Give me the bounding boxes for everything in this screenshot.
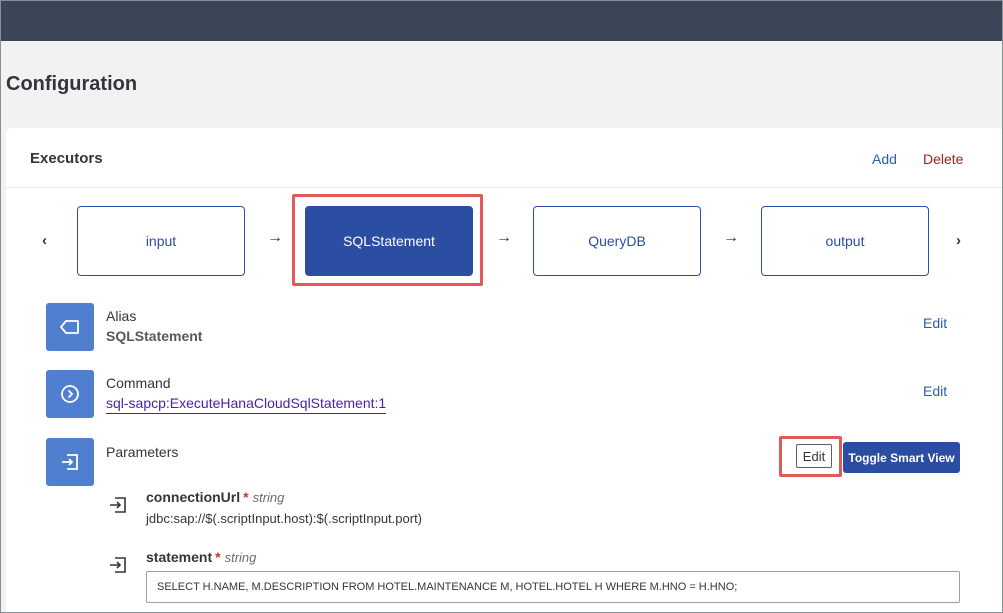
- top-shell-bar: [1, 1, 1002, 41]
- delete-link[interactable]: Delete: [923, 151, 963, 167]
- executors-title: Executors: [30, 150, 103, 167]
- play-circle-icon: [46, 370, 94, 418]
- arrow-right-icon: →: [267, 229, 283, 246]
- toggle-smart-view-button[interactable]: Toggle Smart View: [843, 442, 960, 473]
- required-marker: *: [215, 549, 221, 565]
- step-input[interactable]: input: [77, 206, 245, 276]
- param-type: string: [252, 490, 285, 505]
- step-output[interactable]: output: [761, 206, 929, 276]
- edit-button-label: Edit: [802, 448, 826, 464]
- tag-icon: [46, 303, 94, 351]
- input-icon: [46, 438, 94, 486]
- alias-edit-link[interactable]: Edit: [923, 315, 947, 331]
- statement-input[interactable]: SELECT H.NAME, M.DESCRIPTION FROM HOTEL.…: [146, 571, 960, 603]
- param-type: string: [224, 550, 257, 565]
- step-label: input: [145, 233, 177, 249]
- executors-header: Executors Add Delete: [6, 128, 1002, 188]
- input-icon: [110, 497, 126, 513]
- input-icon: [110, 557, 126, 573]
- param-connectionurl-name: connectionUrl * string: [146, 489, 285, 505]
- alias-label: Alias: [106, 308, 137, 324]
- app-frame: Configuration Executors Add Delete ‹ inp…: [0, 0, 1003, 613]
- toggle-button-label: Toggle Smart View: [848, 450, 955, 465]
- step-label: SQLStatement: [343, 233, 435, 249]
- next-arrow-icon[interactable]: ›: [956, 232, 961, 249]
- alias-value: SQLStatement: [106, 328, 203, 344]
- parameters-label: Parameters: [106, 444, 179, 460]
- parameters-edit-button[interactable]: Edit: [796, 444, 832, 468]
- command-link[interactable]: sql-sapcp:ExecuteHanaCloudSqlStatement:1: [106, 395, 387, 414]
- param-connectionurl-value: jdbc:sap://$(.scriptInput.host):$(.scrip…: [146, 511, 423, 526]
- step-sqlstatement[interactable]: SQLStatement: [305, 206, 473, 276]
- page-title: Configuration: [6, 73, 138, 95]
- step-querydb[interactable]: QueryDB: [533, 206, 701, 276]
- executors-card: Executors Add Delete ‹ input → SQLStatem…: [6, 128, 1002, 612]
- arrow-right-icon: →: [723, 229, 739, 246]
- step-label: QueryDB: [588, 233, 646, 249]
- step-label: output: [825, 233, 865, 249]
- command-edit-link[interactable]: Edit: [923, 383, 947, 399]
- param-statement-name: statement * string: [146, 549, 257, 565]
- command-label: Command: [106, 375, 171, 391]
- arrow-right-icon: →: [496, 229, 512, 246]
- add-link[interactable]: Add: [872, 151, 897, 167]
- prev-arrow-icon[interactable]: ‹: [42, 232, 47, 249]
- required-marker: *: [243, 489, 249, 505]
